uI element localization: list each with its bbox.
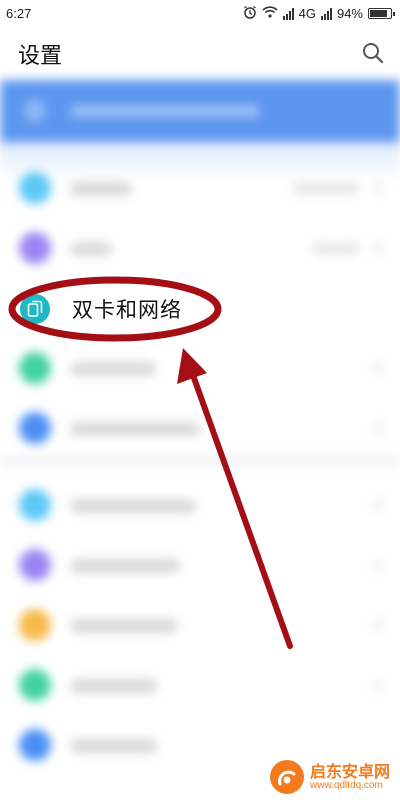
chevron-right-icon <box>375 422 382 434</box>
list-item-icon <box>19 489 51 521</box>
chevron-right-icon <box>375 559 382 571</box>
data-usage-item-icon <box>19 352 51 384</box>
status-bar: 6:27 4G 94% <box>0 0 400 28</box>
list-item-label <box>70 242 112 256</box>
list-item-icon <box>19 609 51 641</box>
dual-sim-network-label: 双卡和网络 <box>72 298 182 322</box>
list-item-icon <box>19 549 51 581</box>
list-item-label <box>70 182 132 196</box>
watermark: 启东安卓网 www.qdltdq.com <box>270 756 394 796</box>
chevron-right-icon <box>375 619 382 631</box>
list-item-icon <box>19 729 51 761</box>
list-item-label <box>70 739 158 753</box>
settings-list <box>0 80 400 800</box>
list-item-label <box>70 422 200 436</box>
network-type: 4G <box>298 6 316 21</box>
watermark-logo-icon <box>270 760 304 794</box>
settings-header: 设置 <box>0 28 400 80</box>
list-item-icon <box>19 669 51 701</box>
chevron-right-icon <box>375 679 382 691</box>
list-item-value <box>312 243 360 254</box>
chevron-right-icon <box>375 499 382 511</box>
list-item[interactable] <box>0 338 400 398</box>
signal-icon <box>320 7 332 20</box>
watermark-url: www.qdltdq.com <box>310 780 383 791</box>
list-item[interactable] <box>0 655 400 715</box>
list-item[interactable] <box>0 475 400 535</box>
alarm-icon <box>243 5 257 22</box>
connection-item-icon <box>19 412 51 444</box>
watermark-title: 启东安卓网 <box>310 762 391 781</box>
list-item[interactable] <box>0 218 400 278</box>
chevron-right-icon <box>375 182 382 194</box>
status-time: 6:27 <box>6 6 32 21</box>
bluetooth-item-icon <box>19 232 51 264</box>
chevron-right-icon <box>375 362 382 374</box>
status-icons: 4G 94% <box>243 5 395 22</box>
battery-percent: 94% <box>336 6 363 21</box>
dual-sim-icon <box>20 294 50 324</box>
list-item[interactable] <box>0 535 400 595</box>
list-item-label <box>70 499 196 513</box>
list-item-label <box>70 559 180 573</box>
list-item[interactable] <box>0 398 400 458</box>
wifi-icon <box>262 6 278 21</box>
list-item-value <box>292 183 360 194</box>
list-item[interactable] <box>0 158 400 218</box>
signal-icon <box>282 7 294 20</box>
list-item-label <box>70 679 158 693</box>
account-banner[interactable] <box>0 80 400 142</box>
wifi-item-icon <box>19 172 51 204</box>
page-title: 设置 <box>18 44 63 69</box>
battery-icon <box>368 8 395 19</box>
list-item[interactable] <box>0 595 400 655</box>
list-item-label <box>70 362 156 376</box>
banner-icon <box>24 100 46 122</box>
banner-text <box>70 105 260 117</box>
search-icon[interactable] <box>360 40 386 66</box>
list-item-label <box>70 619 178 633</box>
chevron-right-icon <box>375 242 382 254</box>
battery-level <box>370 10 387 17</box>
section-divider <box>0 455 400 467</box>
